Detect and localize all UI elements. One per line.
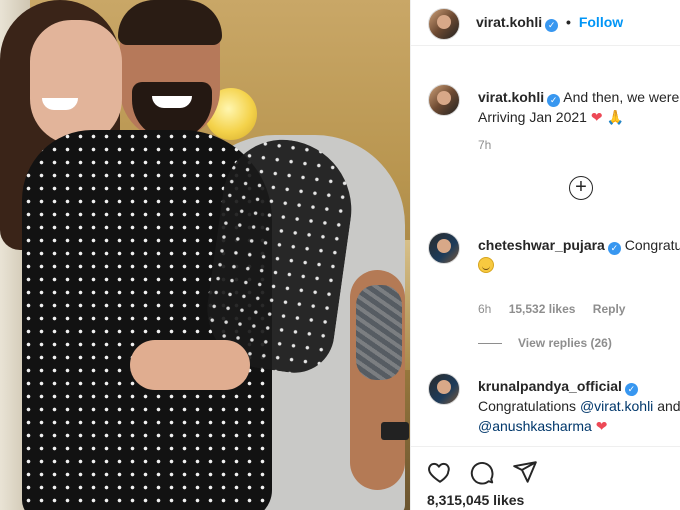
comment-text: krunalpandya_official ✓ Congratulations @… — [478, 376, 680, 436]
photo-woman-face — [30, 20, 122, 145]
comment-body: Congratulations to both of you — [624, 237, 680, 253]
avatar[interactable] — [428, 373, 460, 405]
photo-hand — [130, 340, 250, 390]
comment-likes[interactable]: 15,532 likes — [509, 302, 576, 316]
pray-emoji: 🙏 — [606, 109, 624, 125]
view-replies-label: View replies (26) — [518, 336, 612, 350]
heart-emoji: ❤ — [590, 109, 603, 125]
photo-man-hair — [118, 0, 222, 45]
reply-button[interactable]: Reply — [593, 302, 626, 316]
comment-body: Congratulations — [478, 398, 577, 414]
photo-tattoo — [356, 285, 402, 380]
smile-emoji — [478, 257, 494, 273]
photo-man-smile — [152, 96, 192, 108]
verified-icon: ✓ — [547, 94, 561, 107]
caption-line2: Arriving Jan 2021 — [478, 109, 587, 125]
likes-count[interactable]: 8,315,045 likes — [427, 492, 524, 508]
add-icon[interactable]: + — [569, 176, 593, 200]
comment-meta: 6h 15,532 likes Reply — [478, 302, 639, 316]
verified-icon: ✓ — [607, 242, 621, 255]
caption-text: virat.kohli ✓ And then, we were Arriving … — [478, 87, 680, 127]
post-actions: 8,315,045 likes — [411, 446, 680, 510]
follow-button[interactable]: Follow — [579, 14, 623, 30]
avatar[interactable] — [428, 8, 460, 40]
photo-watch — [381, 422, 409, 440]
avatar[interactable] — [428, 232, 460, 264]
separator-dot: • — [566, 14, 571, 30]
caption-username[interactable]: virat.kohli — [478, 89, 544, 105]
action-icons — [427, 459, 550, 485]
username-link[interactable]: virat.kohli — [476, 14, 542, 30]
comment-time[interactable]: 6h — [478, 302, 491, 316]
heart-icon[interactable] — [427, 459, 453, 485]
header-user: virat.kohli ✓ • Follow — [476, 14, 623, 32]
avatar[interactable] — [428, 84, 460, 116]
comment-icon[interactable] — [469, 459, 495, 485]
caption-line1: And then, we were — [563, 89, 680, 105]
post-header: virat.kohli ✓ • Follow — [411, 0, 680, 46]
share-icon[interactable] — [512, 459, 538, 485]
comment-text: cheteshwar_pujara✓ Congratulations to bo… — [478, 235, 680, 275]
comment-username[interactable]: krunalpandya_official — [478, 378, 622, 394]
verified-icon: ✓ — [624, 383, 638, 396]
verified-icon: ✓ — [545, 19, 559, 32]
divider-line — [478, 343, 502, 345]
comment-username[interactable]: cheteshwar_pujara — [478, 237, 605, 253]
post-photo[interactable] — [0, 0, 410, 510]
mention-link[interactable]: @anushkasharma — [478, 418, 592, 434]
comment-and: and — [657, 398, 680, 414]
view-replies-button[interactable]: View replies (26) — [478, 336, 612, 350]
caption-timestamp[interactable]: 7h — [478, 138, 491, 152]
heart-emoji: ❤ — [595, 418, 608, 434]
post-sidebar: virat.kohli ✓ • Follow virat.kohli ✓ And t… — [410, 0, 680, 510]
mention-link[interactable]: @virat.kohli — [580, 398, 653, 414]
